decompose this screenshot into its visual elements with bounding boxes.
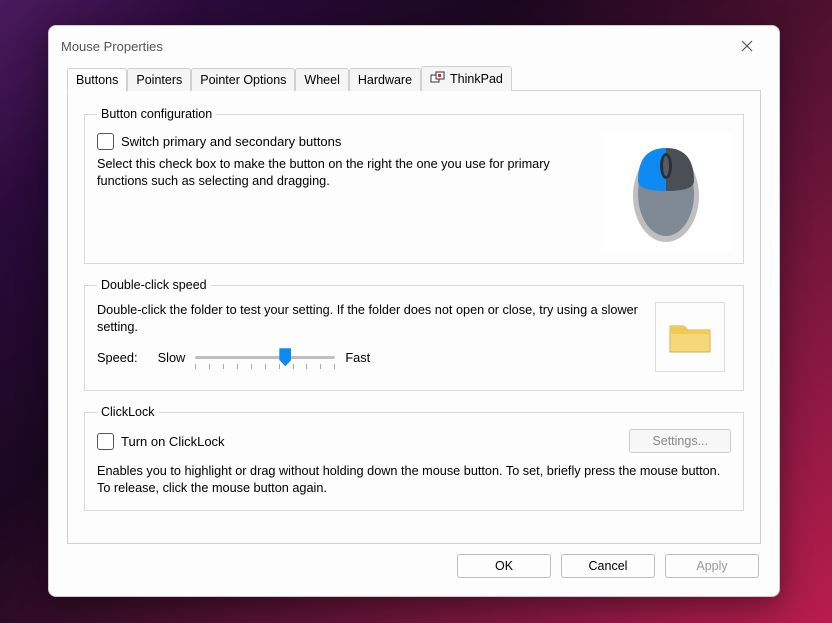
button-config-description: Select this check box to make the button… [97,156,587,190]
double-click-test-folder[interactable] [655,302,725,372]
mouse-icon [626,136,706,246]
tab-buttons-label: Buttons [76,73,118,87]
clicklock-settings-button: Settings... [629,429,731,453]
group-button-configuration-legend: Button configuration [97,107,216,121]
tab-pointers-label: Pointers [136,73,182,87]
group-clicklock: ClickLock Turn on ClickLock Settings... … [84,405,744,510]
folder-icon [666,316,714,358]
clicklock-checkbox[interactable]: Turn on ClickLock [97,433,225,450]
tab-thinkpad[interactable]: ThinkPad [421,66,512,91]
tab-panel-buttons: Button configuration Switch primary and … [67,90,761,544]
clicklock-settings-label: Settings... [652,434,708,448]
dialog-button-bar: OK Cancel Apply [49,554,779,596]
ok-button-label: OK [495,559,513,573]
titlebar: Mouse Properties [49,26,779,66]
close-icon [741,40,753,52]
mouse-properties-dialog: Mouse Properties Buttons Pointers Pointe… [48,25,780,597]
apply-button: Apply [665,554,759,578]
checkbox-box-icon [97,133,114,150]
speed-label: Speed: [97,350,138,365]
group-clicklock-legend: ClickLock [97,405,159,419]
group-double-click-speed: Double-click speed Double-click the fold… [84,278,744,391]
cancel-button-label: Cancel [589,559,628,573]
tab-wheel[interactable]: Wheel [295,68,348,91]
apply-button-label: Apply [696,559,727,573]
window-title: Mouse Properties [61,39,727,54]
slow-label: Slow [158,350,186,365]
group-button-configuration: Button configuration Switch primary and … [84,107,744,264]
clicklock-description: Enables you to highlight or drag without… [97,463,731,497]
fast-label: Fast [345,350,370,365]
switch-buttons-checkbox[interactable]: Switch primary and secondary buttons [97,133,587,150]
cancel-button[interactable]: Cancel [561,554,655,578]
mouse-illustration [601,131,731,251]
tab-pointer-options-label: Pointer Options [200,73,286,87]
tab-hardware-label: Hardware [358,73,412,87]
slider-ticks [195,364,335,369]
tab-pointers[interactable]: Pointers [127,68,191,91]
switch-buttons-label: Switch primary and secondary buttons [121,134,341,149]
ok-button[interactable]: OK [457,554,551,578]
clicklock-checkbox-label: Turn on ClickLock [121,434,225,449]
tab-pointer-options[interactable]: Pointer Options [191,68,295,91]
thinkpad-icon [430,71,446,87]
close-button[interactable] [727,31,767,61]
double-click-speed-slider[interactable] [195,350,335,378]
tab-buttons[interactable]: Buttons [67,68,127,92]
tab-thinkpad-label: ThinkPad [450,72,503,86]
tab-strip: Buttons Pointers Pointer Options Wheel H… [67,66,761,91]
slider-track [195,356,335,359]
double-click-description: Double-click the folder to test your set… [97,302,643,336]
tab-hardware[interactable]: Hardware [349,68,421,91]
tab-wheel-label: Wheel [304,73,339,87]
checkbox-box-icon [97,433,114,450]
group-double-click-legend: Double-click speed [97,278,211,292]
